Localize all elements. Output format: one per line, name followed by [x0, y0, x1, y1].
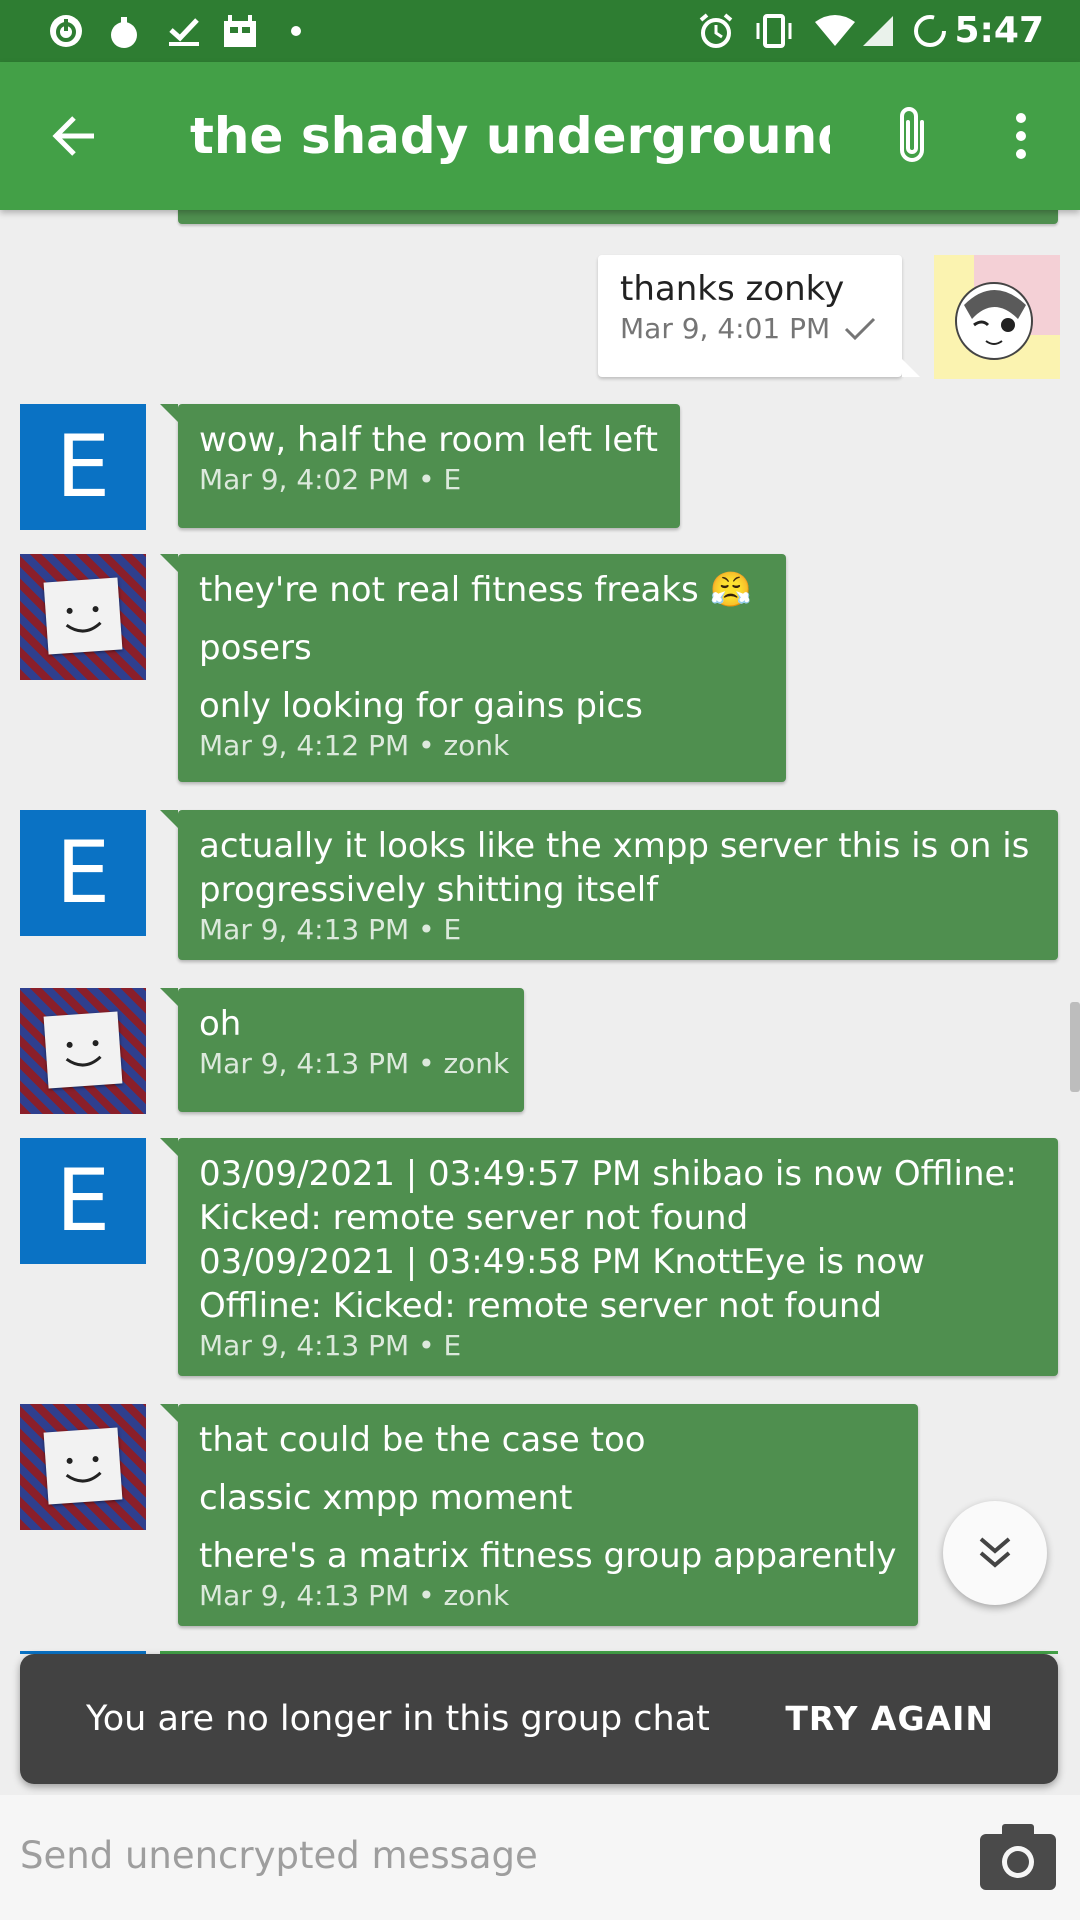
message-text: thanks zonky	[620, 269, 845, 309]
message-text: only looking for gains pics	[199, 686, 643, 726]
message-meta: Mar 9, 4:13 PM • E	[199, 1329, 462, 1362]
paperclip-icon	[900, 107, 924, 162]
smiley-icon	[65, 606, 102, 633]
cat-avatar-icon	[934, 255, 1060, 379]
scroll-to-bottom-button[interactable]	[943, 1501, 1047, 1605]
message-text: that could be the case too	[199, 1420, 646, 1460]
sent-check-icon	[845, 317, 876, 341]
scrollbar-thumb[interactable]	[1070, 1002, 1080, 1092]
avatar-zonk[interactable]	[20, 1404, 146, 1530]
message-text: Offline: Kicked: remote server not found	[199, 1286, 882, 1326]
status-time: 5:47	[954, 10, 1044, 51]
check-icon	[164, 0, 204, 62]
message-bubble[interactable]: wow, half the room left left Mar 9, 4:02…	[160, 404, 680, 528]
message-meta: Mar 9, 4:02 PM • E	[199, 463, 462, 496]
avatar-zonk[interactable]	[20, 988, 146, 1114]
page-title: the shady underground…	[190, 107, 830, 165]
message-meta: Mar 9, 4:12 PM • zonk	[199, 729, 510, 762]
composer-bar	[0, 1795, 1080, 1920]
try-again-button[interactable]: TRY AGAIN	[785, 1654, 994, 1784]
message-text: posers	[199, 628, 312, 668]
vibrate-icon	[752, 0, 796, 62]
message-text: oh	[199, 1004, 242, 1044]
message-text: there's a matrix fitness group apparentl…	[199, 1536, 897, 1576]
message-bubble[interactable]: that could be the case too classic xmpp …	[160, 1404, 918, 1626]
smiley-icon	[65, 1040, 102, 1067]
smiley-icon	[65, 1456, 102, 1483]
message-text: 03/09/2021 | 03:49:57 PM shibao is now O…	[199, 1154, 1017, 1194]
bomb-icon	[104, 0, 144, 62]
overflow-menu-button[interactable]	[996, 98, 1046, 174]
message-text: they're not real fitness freaks 😤	[199, 570, 752, 610]
power-notify-icon	[46, 0, 86, 62]
message-text: classic xmpp moment	[199, 1478, 573, 1518]
double-chevron-down-icon	[979, 1537, 1011, 1568]
message-meta: Mar 9, 4:13 PM • zonk	[199, 1579, 510, 1612]
message-bubble[interactable]: oh Mar 9, 4:13 PM • zonk	[160, 988, 524, 1112]
back-button[interactable]	[40, 102, 108, 170]
avatar-e[interactable]: E	[20, 810, 146, 936]
alarm-icon	[694, 0, 738, 62]
self-avatar[interactable]	[934, 255, 1060, 379]
smiley-paper	[43, 577, 123, 655]
message-bubble[interactable]: actually it looks like the xmpp server t…	[160, 810, 1058, 960]
status-bar: 5:47	[0, 0, 1080, 62]
avatar-e[interactable]: E	[20, 1138, 146, 1264]
smiley-paper	[43, 1011, 123, 1089]
signal-icon	[860, 0, 896, 62]
message-bubble[interactable]: 03/09/2021 | 03:49:57 PM shibao is now O…	[160, 1138, 1058, 1376]
snackbar-message: You are no longer in this group chat	[86, 1699, 710, 1739]
sync-icon	[910, 0, 950, 62]
message-meta: Mar 9, 4:13 PM • zonk	[199, 1047, 510, 1080]
arrow-left-icon	[52, 116, 94, 156]
android-icon	[220, 0, 260, 62]
outgoing-message-bubble[interactable]: thanks zonky Mar 9, 4:01 PM	[598, 255, 920, 377]
camera-icon	[980, 1824, 1056, 1890]
message-input[interactable]	[20, 1815, 940, 1895]
app-bar: the shady underground…	[0, 62, 1080, 210]
smiley-paper	[43, 1427, 123, 1505]
message-meta: Mar 9, 4:13 PM • E	[199, 913, 462, 946]
message-text: 03/09/2021 | 03:49:58 PM KnottEye is now	[199, 1242, 925, 1282]
message-text: wow, half the room left left	[199, 420, 658, 460]
snackbar: You are no longer in this group chat TRY…	[20, 1654, 1058, 1784]
camera-button[interactable]	[978, 1816, 1058, 1896]
message-text: progressively shitting itself	[199, 870, 659, 910]
avatar-e[interactable]: E	[20, 404, 146, 530]
message-bubble[interactable]: they're not real fitness freaks 😤 posers…	[160, 554, 786, 782]
wifi-icon	[812, 0, 858, 62]
avatar-zonk[interactable]	[20, 554, 146, 680]
attach-button[interactable]	[880, 98, 944, 174]
message-text: Kicked: remote server not found	[199, 1198, 749, 1238]
more-vertical-icon	[1016, 113, 1026, 159]
message-text: actually it looks like the xmpp server t…	[199, 826, 1030, 866]
message-time: Mar 9, 4:01 PM	[620, 312, 831, 345]
dot-icon	[286, 0, 306, 62]
